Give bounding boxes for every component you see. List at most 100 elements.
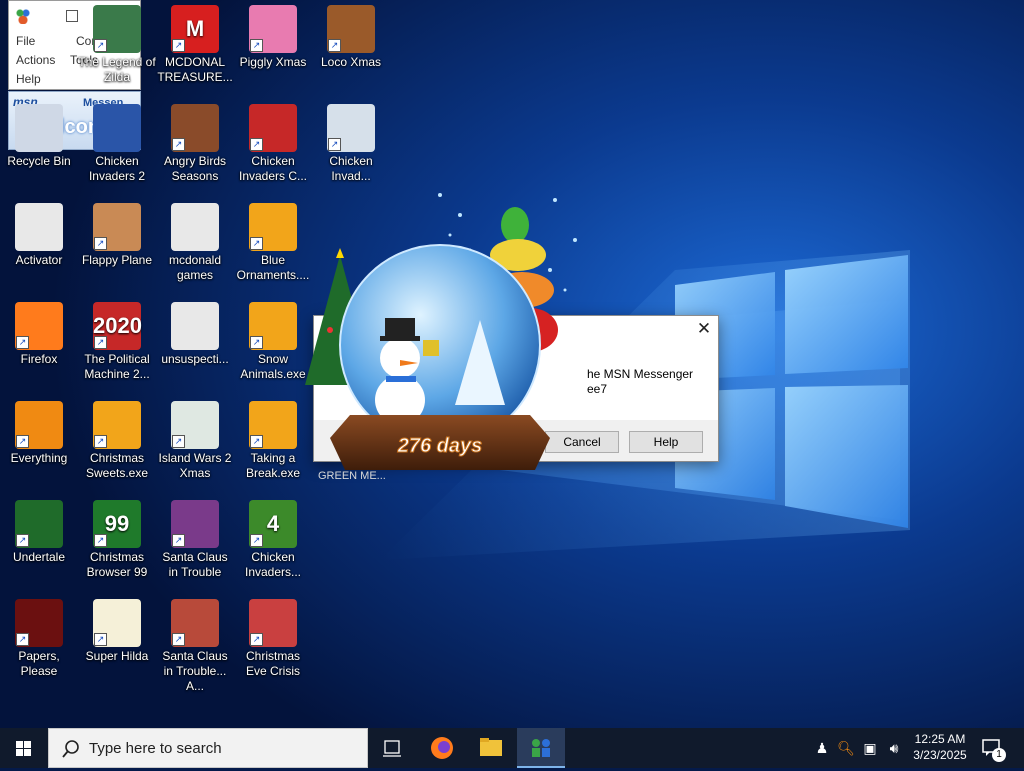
- desktop-icon-label: Super Hilda: [85, 649, 149, 663]
- shortcut-arrow-icon: ↗: [250, 336, 263, 349]
- shortcut-arrow-icon: ↗: [250, 435, 263, 448]
- notification-badge: 1: [992, 748, 1006, 762]
- chicken-icon: ↗: [327, 104, 375, 152]
- desktop-icon-recycle-bin[interactable]: Recycle Bin: [0, 104, 78, 169]
- santa-icon: ↗: [249, 599, 297, 647]
- shortcut-arrow-icon: ↗: [328, 39, 341, 52]
- desktop-icon-christmas-eve-crisis[interactable]: ↗ Christmas Eve Crisis: [234, 599, 312, 679]
- desktop-icon-super-hilda[interactable]: ↗ Super Hilda: [78, 599, 156, 664]
- desktop-icon-santa-claus-in-trouble-a[interactable]: ↗ Santa Claus in Trouble... A...: [156, 599, 234, 694]
- santa-icon: ↗: [171, 500, 219, 548]
- desktop-icon-activator[interactable]: Activator: [0, 203, 78, 268]
- file-icon: [171, 203, 219, 251]
- shortcut-arrow-icon: ↗: [94, 534, 107, 547]
- desktop-icon-label: Christmas Sweets.exe: [85, 451, 149, 480]
- santa-icon: ↗: [171, 599, 219, 647]
- political-icon: 2020 ↗: [93, 302, 142, 350]
- desktop-icon-label: Angry Birds Seasons: [163, 154, 227, 183]
- magnifier-icon: ↗: [15, 401, 63, 449]
- desktop-icon-label: Activator: [15, 253, 63, 267]
- desktop-icon-label: Firefox: [20, 352, 58, 366]
- menu-actions[interactable]: Actions: [16, 53, 55, 67]
- task-view-button[interactable]: [368, 728, 416, 768]
- desktop-icon-everything[interactable]: ↗ Everything: [0, 401, 78, 466]
- desktop-icon-christmas-browser-99[interactable]: 99 ↗ Christmas Browser 99: [78, 500, 156, 580]
- plane-icon: ↗: [93, 203, 141, 251]
- desktop-icon-label: Undertale: [12, 550, 66, 564]
- shortcut-arrow-icon: ↗: [94, 336, 107, 349]
- dialog-close-button[interactable]: ✕: [693, 318, 715, 340]
- gift-icon: [423, 340, 439, 356]
- desktop-icon-label: Santa Claus in Trouble: [162, 550, 228, 579]
- network-tray-icon[interactable]: ▣: [860, 736, 880, 760]
- desktop-icon-flappy-plane[interactable]: ↗ Flappy Plane: [78, 203, 156, 268]
- search-box[interactable]: Type here to search: [48, 728, 368, 768]
- desktop-icon-label: Christmas Eve Crisis: [245, 649, 300, 678]
- desktop-icon-chicken-invaders[interactable]: 4 ↗ Chicken Invaders...: [234, 500, 312, 580]
- everything-tray-icon[interactable]: 🔍︎: [836, 736, 856, 760]
- desktop-icon-christmas-sweets-exe[interactable]: ↗ Christmas Sweets.exe: [78, 401, 156, 481]
- desktop-icon-label: Recycle Bin: [7, 154, 71, 168]
- desktop-icon-piggly-xmas[interactable]: ↗ Piggly Xmas: [234, 5, 312, 70]
- messenger-tray-icon[interactable]: ♟: [812, 736, 832, 760]
- desktop-icon-the-legend-of-zilda[interactable]: ↗ The Legend of Zilda: [78, 5, 156, 85]
- menu-file[interactable]: File: [16, 34, 35, 48]
- search-icon: [62, 740, 79, 758]
- shortcut-arrow-icon: ↗: [250, 39, 263, 52]
- desktop-icon-label: Loco Xmas: [320, 55, 382, 69]
- mcdonalds-icon: M ↗: [171, 5, 219, 53]
- desktop-icon-angry-birds-seasons[interactable]: ↗ Angry Birds Seasons: [156, 104, 234, 184]
- shortcut-arrow-icon: ↗: [172, 39, 185, 52]
- shortcut-arrow-icon: ↗: [172, 633, 185, 646]
- desktop-icon-mcdonald-games[interactable]: mcdonald games: [156, 203, 234, 283]
- taskbar-file-explorer[interactable]: [467, 728, 515, 768]
- desktop-icon-label: Flappy Plane: [81, 253, 153, 267]
- volume-tray-icon[interactable]: 🔊︎: [884, 736, 904, 760]
- angry-birds-icon: ↗: [171, 104, 219, 152]
- taskbar: Type here to search ♟ 🔍︎ ▣ 🔊︎ 12:25 AM 3…: [0, 728, 1024, 768]
- maximize-button[interactable]: [66, 10, 78, 22]
- desktop-icon-unsuspecti[interactable]: unsuspecti...: [156, 302, 234, 367]
- taskbar-msn-messenger[interactable]: [517, 728, 565, 768]
- desktop-icon-undertale[interactable]: ↗ Undertale: [0, 500, 78, 565]
- shortcut-arrow-icon: ↗: [250, 633, 263, 646]
- island-icon: ↗: [171, 401, 219, 449]
- desktop-icon-label: Papers, Please: [18, 649, 60, 678]
- action-center-button[interactable]: 1: [980, 736, 1006, 762]
- msn-people-icon: [532, 739, 550, 757]
- desktop-icon-the-political-machine-2[interactable]: 2020 ↗ The Political Machine 2...: [78, 302, 156, 382]
- taskbar-firefox[interactable]: [418, 728, 466, 768]
- shortcut-arrow-icon: ↗: [16, 633, 29, 646]
- firefox-icon: [431, 737, 453, 759]
- shortcut-arrow-icon: ↗: [16, 534, 29, 547]
- help-button[interactable]: Help: [629, 431, 703, 453]
- menu-help[interactable]: Help: [16, 72, 41, 86]
- shortcut-arrow-icon: ↗: [94, 435, 107, 448]
- chicken-icon: 4 ↗: [249, 500, 297, 548]
- shortcut-arrow-icon: ↗: [16, 435, 29, 448]
- desktop-icon-loco-xmas[interactable]: ↗ Loco Xmas: [312, 5, 390, 70]
- desktop-icon-chicken-invaders-2[interactable]: Chicken Invaders 2: [78, 104, 156, 184]
- desktop-icon-label: Chicken Invaders...: [244, 550, 302, 579]
- desktop-icon-mcdonal-treasure[interactable]: M ↗ MCDONAL TREASURE...: [156, 5, 234, 85]
- file-icon: [171, 302, 219, 350]
- hilda-icon: ↗: [93, 599, 141, 647]
- shortcut-arrow-icon: ↗: [94, 39, 107, 52]
- desktop-icon-firefox[interactable]: ↗ Firefox: [0, 302, 78, 367]
- desktop-icon-chicken-invad[interactable]: ↗ Chicken Invad...: [312, 104, 390, 184]
- chicken-icon: ↗: [249, 104, 297, 152]
- desktop-icon-chicken-invaders-c[interactable]: ↗ Chicken Invaders C...: [234, 104, 312, 184]
- desktop-icon-santa-claus-in-trouble[interactable]: ↗ Santa Claus in Trouble: [156, 500, 234, 580]
- shortcut-arrow-icon: ↗: [172, 534, 185, 547]
- start-button[interactable]: [0, 728, 48, 768]
- shortcut-arrow-icon: ↗: [172, 138, 185, 151]
- desktop-icon-label: The Political Machine 2...: [84, 352, 150, 381]
- desktop-icon-label: Santa Claus in Trouble... A...: [162, 649, 228, 693]
- clock[interactable]: 12:25 AM 3/23/2025: [905, 731, 975, 763]
- snow-globe-widget[interactable]: 276 days: [290, 180, 610, 480]
- green-messenger-label: GREEN ME...: [318, 470, 386, 482]
- desktop-icon-papers-please[interactable]: ↗ Papers, Please: [0, 599, 78, 679]
- desktop-icon-island-wars-2-xmas[interactable]: ↗ Island Wars 2 Xmas: [156, 401, 234, 481]
- file-icon: [15, 203, 63, 251]
- shortcut-arrow-icon: ↗: [250, 138, 263, 151]
